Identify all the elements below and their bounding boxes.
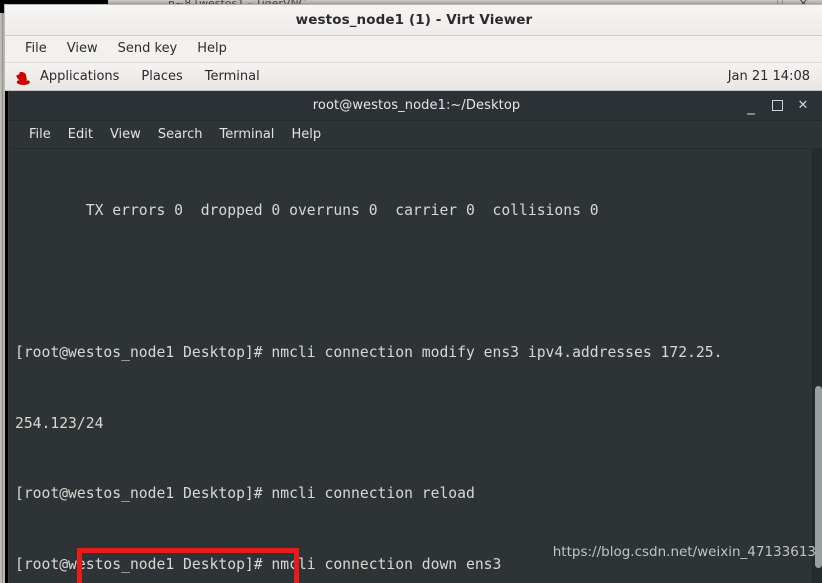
menu-view[interactable]: View [58,39,107,59]
terminal-window: root@westos_node1:~/Desktop _ ✕ File Edi… [8,91,822,583]
terminal-scrollbar-thumb[interactable] [815,386,822,568]
virt-viewer-window: westos_node1 (1) - Virt Viewer File View… [4,4,822,583]
terminal-output: TX errors 0 dropped 0 overruns 0 carrier… [15,152,815,583]
menu-file[interactable]: File [16,39,56,59]
terminal-window-buttons: _ ✕ [738,91,816,120]
terminal-menubar: File Edit View Search Terminal Help [9,121,822,149]
virt-viewer-titlebar[interactable]: westos_node1 (1) - Virt Viewer [5,5,822,36]
gnome-panel: Applications Places Terminal Jan 21 14:0… [5,63,822,91]
vm-viewport: root@westos_node1:~/Desktop _ ✕ File Edi… [5,91,822,583]
menu-send-key[interactable]: Send key [109,39,187,59]
panel-places[interactable]: Places [135,67,192,86]
redhat-icon [15,71,31,85]
minimize-icon[interactable]: _ [738,95,764,117]
terminal-menu-view[interactable]: View [102,125,149,145]
screen-root: n~8 [westos1 - TigerVNC ⎕ ✕ westos_node1… [0,0,822,583]
terminal-title: root@westos_node1:~/Desktop [312,98,521,113]
terminal-line: 254.123/24 [15,414,104,432]
terminal-line: [root@westos_node1 Desktop]# nmcli conne… [15,343,723,361]
watermark-text: https://blog.csdn.net/weixin_47133613 [552,544,816,560]
terminal-line: [root@westos_node1 Desktop]# nmcli conne… [15,485,475,503]
terminal-menu-edit[interactable]: Edit [60,125,101,145]
terminal-body[interactable]: TX errors 0 dropped 0 overruns 0 carrier… [9,149,822,583]
panel-clock[interactable]: Jan 21 14:08 [728,69,810,84]
terminal-scrollbar[interactable] [812,149,822,583]
virt-viewer-title: westos_node1 (1) - Virt Viewer [295,12,533,28]
terminal-menu-file[interactable]: File [21,125,59,145]
terminal-menu-terminal[interactable]: Terminal [211,125,282,145]
terminal-menu-search[interactable]: Search [150,125,211,145]
terminal-titlebar[interactable]: root@westos_node1:~/Desktop _ ✕ [9,91,822,121]
terminal-line: TX errors 0 dropped 0 overruns 0 carrier… [15,202,599,220]
terminal-menu-help[interactable]: Help [283,125,329,145]
panel-terminal[interactable]: Terminal [199,67,270,86]
panel-applications[interactable]: Applications [34,67,129,86]
maximize-icon[interactable] [764,95,790,117]
close-icon[interactable]: ✕ [790,95,816,117]
menu-help[interactable]: Help [188,39,236,59]
virt-viewer-menubar: File View Send key Help [5,36,822,63]
